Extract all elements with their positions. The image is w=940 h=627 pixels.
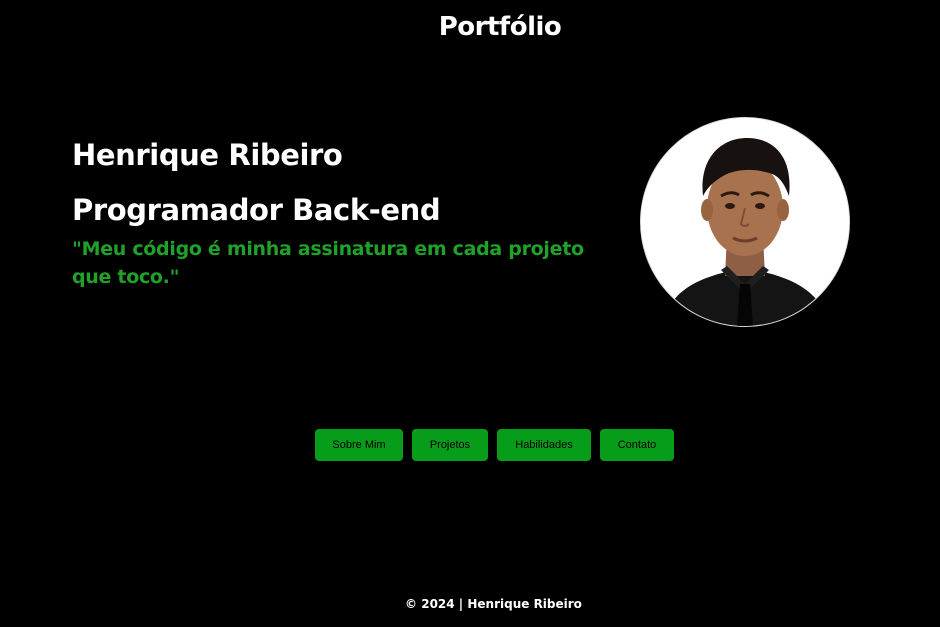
hero-role: Programador Back-end [72,193,441,227]
nav-button-sobre-mim[interactable]: Sobre Mim [315,429,403,461]
avatar [640,117,850,327]
nav-button-projetos[interactable]: Projetos [412,429,488,461]
main-nav: Sobre Mim Projetos Habilidades Contato [315,429,674,461]
nav-button-contato[interactable]: Contato [600,429,674,461]
footer-text: © 2024 | Henrique Ribeiro [405,597,582,611]
nav-button-habilidades[interactable]: Habilidades [497,429,591,461]
profile-photo-icon [641,118,849,326]
hero-section: Henrique Ribeiro Programador Back-end "M… [72,136,612,291]
hero-quote: "Meu código é minha assinatura em cada p… [72,238,584,288]
hero-name: Henrique Ribeiro [72,138,343,172]
page-title: Portfólio [438,12,562,42]
